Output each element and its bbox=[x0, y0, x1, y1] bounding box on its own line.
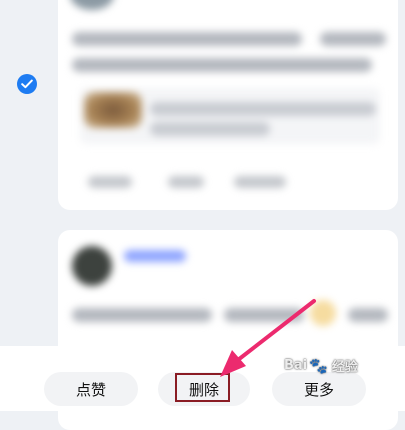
watermark-brand-suffix: 经验 bbox=[331, 360, 358, 375]
watermark-brand-prefix: Bai bbox=[284, 358, 308, 373]
paw-icon: 🐾 bbox=[309, 356, 328, 375]
delete-button-label: 删除 bbox=[188, 380, 219, 399]
watermark: Bai 🐾 经验 bbox=[284, 356, 358, 376]
annotation-arrow-icon bbox=[220, 299, 316, 377]
